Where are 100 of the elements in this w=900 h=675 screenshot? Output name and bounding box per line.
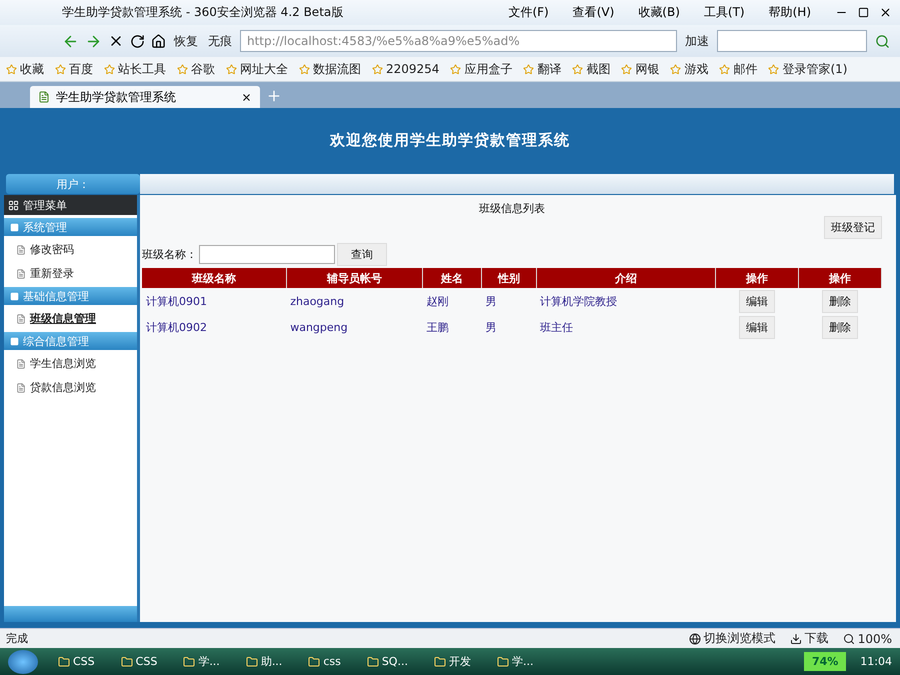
list-title: 班级信息列表 (479, 201, 545, 216)
folder-icon (120, 656, 133, 668)
download-icon (790, 632, 802, 644)
taskbar-item[interactable]: 学... (177, 653, 226, 670)
star-icon (372, 64, 383, 74)
search-label: 班级名称： (142, 247, 197, 262)
sidebar-item[interactable]: 学生信息浏览 (4, 353, 137, 374)
column-header: 性别 (482, 268, 536, 288)
page-icon (16, 268, 26, 278)
delete-button[interactable]: 删除 (822, 316, 858, 338)
taskbar-item[interactable]: CSS (114, 654, 164, 669)
close-icon[interactable] (241, 92, 252, 102)
zoom-button[interactable]: 100% (840, 630, 894, 648)
query-button[interactable]: 查询 (337, 243, 387, 266)
user-label: 用户： (6, 174, 140, 194)
bookmark-item[interactable]: 数据流图 (297, 58, 363, 80)
speedup-button[interactable]: 加速 (683, 30, 711, 52)
search-field[interactable] (717, 30, 867, 52)
column-header: 辅导员帐号 (286, 268, 423, 288)
square-icon (10, 222, 19, 232)
bookmark-item[interactable]: 收藏 (4, 58, 46, 80)
sidebar-title-text: 管理菜单 (23, 198, 67, 212)
taskbar-item[interactable]: 助... (240, 653, 288, 670)
browser-tab[interactable]: 学生助学贷款管理系统 (30, 86, 260, 108)
bookmark-item[interactable]: 翻译 (521, 58, 564, 80)
taskbar-item[interactable]: 开发 (428, 653, 477, 670)
bookmark-item[interactable]: 站长工具 (102, 58, 168, 80)
star-icon (6, 64, 17, 74)
delete-button[interactable]: 删除 (822, 290, 858, 312)
star-icon (104, 64, 115, 74)
close-icon[interactable] (879, 6, 892, 19)
grid-icon (8, 200, 19, 210)
bookmark-item[interactable]: 登录管家(1) (766, 58, 850, 80)
table-cell: 赵刚 (422, 288, 482, 314)
menu-item[interactable]: 文件(F) (508, 4, 549, 21)
sidebar-item[interactable]: 班级信息管理 (4, 308, 137, 329)
menu-item[interactable]: 收藏(B) (638, 4, 680, 21)
status-text: 完成 (6, 631, 28, 646)
square-icon (10, 292, 19, 300)
sidebar-item[interactable]: 重新登录 (4, 263, 137, 284)
usage-meter: 74% (804, 652, 846, 671)
bookmark-item[interactable]: 2209254 (370, 60, 442, 78)
star-icon (670, 64, 682, 74)
bookmark-item[interactable]: 截图 (570, 58, 612, 80)
star-icon (572, 64, 584, 74)
table-cell-text: wangpeng (289, 320, 349, 336)
taskbar-item[interactable]: SQ... (360, 654, 414, 669)
page-icon (38, 91, 50, 103)
bookmark-item[interactable]: 百度 (53, 58, 95, 80)
bookmark-item[interactable]: 游戏 (668, 58, 710, 80)
table-cell-text: 王鹏 (426, 320, 450, 336)
address-field[interactable]: http://localhost:4583/%e5%a8%a9%e5%ad% (240, 30, 677, 52)
sidebar-item[interactable]: 修改密码 (4, 239, 137, 260)
table-cell-text: 男 (484, 320, 498, 336)
bookmark-item[interactable]: 网址大全 (224, 58, 290, 80)
start-button[interactable] (8, 650, 38, 674)
column-header: 操作 (715, 268, 798, 288)
maximize-icon[interactable] (858, 7, 869, 18)
taskbar-item[interactable]: 学... (490, 653, 540, 670)
download-button[interactable]: 下载 (788, 628, 831, 649)
edit-button[interactable]: 编辑 (738, 290, 775, 312)
taskbar-item[interactable]: CSS (52, 654, 101, 669)
star-icon (621, 64, 632, 74)
incognito-button[interactable]: 无痕 (206, 30, 234, 52)
folder-icon (496, 656, 509, 668)
window-title: 学生助学贷款管理系统 - 360安全浏览器 4.2 Beta版 (62, 4, 344, 21)
register-button[interactable]: 班级登记 (824, 216, 882, 239)
sidebar-item[interactable]: 贷款信息浏览 (4, 377, 137, 398)
edit-button[interactable]: 编辑 (738, 316, 775, 338)
page-icon (16, 382, 26, 392)
menu-item[interactable]: 查看(V) (572, 4, 614, 21)
column-header: 班级名称 (142, 268, 286, 288)
square-icon (10, 336, 19, 346)
folder-icon (183, 656, 196, 668)
class-name-field[interactable] (199, 245, 335, 264)
menu-item[interactable]: 工具(T) (704, 4, 745, 21)
star-icon (450, 64, 462, 74)
home-icon[interactable] (151, 34, 166, 48)
star-icon (523, 64, 534, 74)
page-banner-title: 欢迎您使用学生助学贷款管理系统 (330, 130, 570, 150)
page-icon (16, 314, 26, 324)
bookmark-item[interactable]: 网银 (619, 58, 662, 80)
browse-mode-button[interactable]: 切换浏览模式 (686, 628, 778, 649)
menu-item[interactable]: 帮助(H) (768, 4, 811, 21)
refresh-icon[interactable] (130, 34, 145, 48)
star-icon (719, 64, 730, 74)
bookmark-item[interactable]: 邮件 (717, 58, 760, 80)
taskbar-item[interactable]: css (302, 654, 347, 669)
globe-icon (688, 632, 701, 644)
bookmark-item[interactable]: 应用盒子 (448, 58, 514, 80)
star-icon (768, 64, 780, 74)
bookmark-item[interactable]: 谷歌 (175, 58, 217, 80)
table-cell-text: 班主任 (539, 320, 574, 336)
table-cell: 男 (482, 288, 536, 314)
folder-icon (246, 656, 258, 668)
restore-button[interactable]: 恢复 (172, 30, 200, 52)
folder-icon (434, 656, 446, 668)
column-header: 姓名 (422, 268, 482, 288)
star-icon (177, 64, 188, 74)
folder-icon (58, 656, 70, 668)
